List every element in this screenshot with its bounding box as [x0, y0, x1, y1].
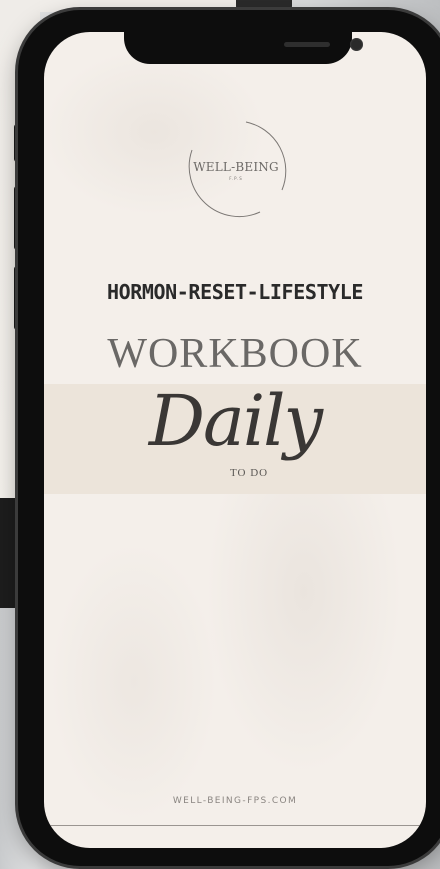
- footer-website: WELL-BEING-FPS.COM: [172, 796, 298, 806]
- script-subtitle: TO DO: [230, 467, 269, 479]
- phone-screen: WELL-BEING F.P.S HORMON-RESET-LIFESTYLE …: [44, 32, 426, 848]
- notch: [124, 32, 363, 64]
- cover-subtitle: WORKBOOK: [107, 331, 363, 377]
- phone-mockup: WELL-BEING F.P.S HORMON-RESET-LIFESTYLE …: [18, 10, 440, 866]
- cover-headline: HORMON-RESET-LIFESTYLE: [106, 280, 364, 304]
- footer-divider: [44, 825, 426, 826]
- script-title: Daily: [148, 380, 323, 462]
- logo-sub-text: F.P.S: [229, 176, 243, 181]
- camera-icon: [350, 38, 363, 51]
- speaker-grille: [284, 42, 330, 47]
- brand-logo: WELL-BEING F.P.S: [182, 116, 290, 224]
- logo-brand-text: WELL-BEING: [193, 160, 279, 174]
